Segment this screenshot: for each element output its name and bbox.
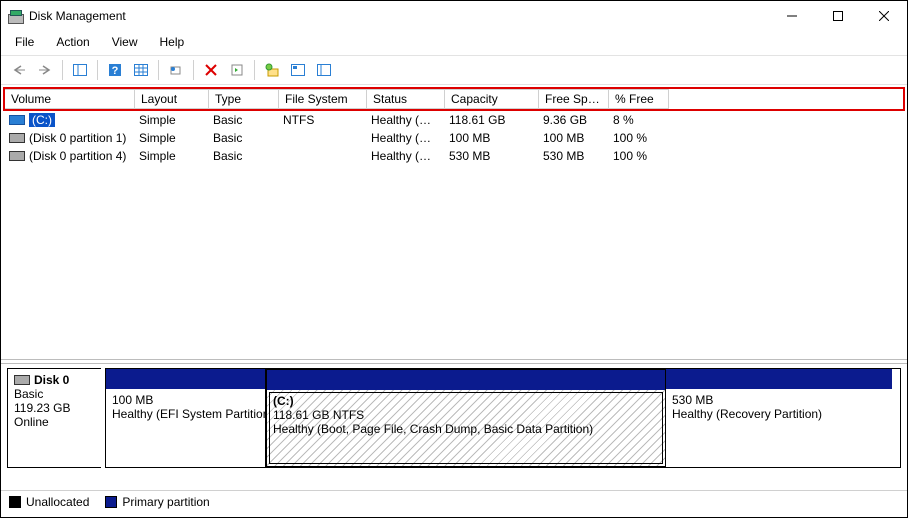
volume-row[interactable]: (Disk 0 partition 4)SimpleBasicHealthy (… bbox=[3, 147, 905, 165]
disk-status: Online bbox=[14, 415, 95, 429]
column-percent-free[interactable]: % Free bbox=[609, 89, 669, 109]
legend-primary: Primary partition bbox=[122, 495, 209, 509]
volume-row[interactable]: (Disk 0 partition 1)SimpleBasicHealthy (… bbox=[3, 129, 905, 147]
delete-button[interactable] bbox=[199, 58, 223, 82]
column-free-space[interactable]: Free Spa... bbox=[539, 89, 609, 109]
settings-button[interactable] bbox=[312, 58, 336, 82]
volume-list-header[interactable]: Volume Layout Type File System Status Ca… bbox=[3, 87, 905, 111]
menu-action[interactable]: Action bbox=[52, 33, 93, 51]
column-status[interactable]: Status bbox=[367, 89, 445, 109]
legend-swatch-primary bbox=[105, 496, 117, 508]
menu-file[interactable]: File bbox=[11, 33, 38, 51]
svg-text:?: ? bbox=[112, 65, 119, 77]
refresh-button[interactable] bbox=[129, 58, 153, 82]
column-type[interactable]: Type bbox=[209, 89, 279, 109]
help-button[interactable]: ? bbox=[103, 58, 127, 82]
disk-size: 119.23 GB bbox=[14, 401, 95, 415]
partition[interactable]: 100 MBHealthy (EFI System Partition) bbox=[106, 369, 266, 467]
close-button[interactable] bbox=[861, 1, 907, 31]
show-hide-console-tree-button[interactable] bbox=[68, 58, 92, 82]
legend-unallocated: Unallocated bbox=[26, 495, 89, 509]
column-volume[interactable]: Volume bbox=[5, 89, 135, 109]
forward-button[interactable] bbox=[33, 58, 57, 82]
disk-icon bbox=[14, 375, 30, 385]
app-icon bbox=[7, 8, 23, 24]
column-layout[interactable]: Layout bbox=[135, 89, 209, 109]
volume-icon bbox=[9, 133, 25, 143]
legend: Unallocated Primary partition bbox=[1, 490, 907, 517]
partition[interactable]: 530 MBHealthy (Recovery Partition) bbox=[666, 369, 892, 467]
disk-name: Disk 0 bbox=[34, 373, 69, 387]
window-title: Disk Management bbox=[29, 9, 126, 23]
volume-row[interactable]: (C:)SimpleBasicNTFSHealthy (B...118.61 G… bbox=[3, 111, 905, 129]
column-capacity[interactable]: Capacity bbox=[445, 89, 539, 109]
action-button[interactable] bbox=[225, 58, 249, 82]
disk-type: Basic bbox=[14, 387, 95, 401]
column-filesystem[interactable]: File System bbox=[279, 89, 367, 109]
back-button[interactable] bbox=[7, 58, 31, 82]
disk-info[interactable]: Disk 0 Basic 119.23 GB Online bbox=[7, 368, 101, 468]
volume-icon bbox=[9, 151, 25, 161]
disk-map: Disk 0 Basic 119.23 GB Online 100 MBHeal… bbox=[1, 364, 907, 472]
maximize-button[interactable] bbox=[815, 1, 861, 31]
volume-list[interactable]: Volume Layout Type File System Status Ca… bbox=[1, 85, 907, 359]
legend-swatch-unallocated bbox=[9, 496, 21, 508]
new-partition-button[interactable] bbox=[260, 58, 284, 82]
volume-icon bbox=[9, 115, 25, 125]
minimize-button[interactable] bbox=[769, 1, 815, 31]
menu-view[interactable]: View bbox=[108, 33, 142, 51]
extend-volume-button[interactable] bbox=[286, 58, 310, 82]
partition[interactable]: (C:)118.61 GB NTFSHealthy (Boot, Page Fi… bbox=[266, 369, 666, 467]
menu-help[interactable]: Help bbox=[156, 33, 189, 51]
properties-button[interactable] bbox=[164, 58, 188, 82]
